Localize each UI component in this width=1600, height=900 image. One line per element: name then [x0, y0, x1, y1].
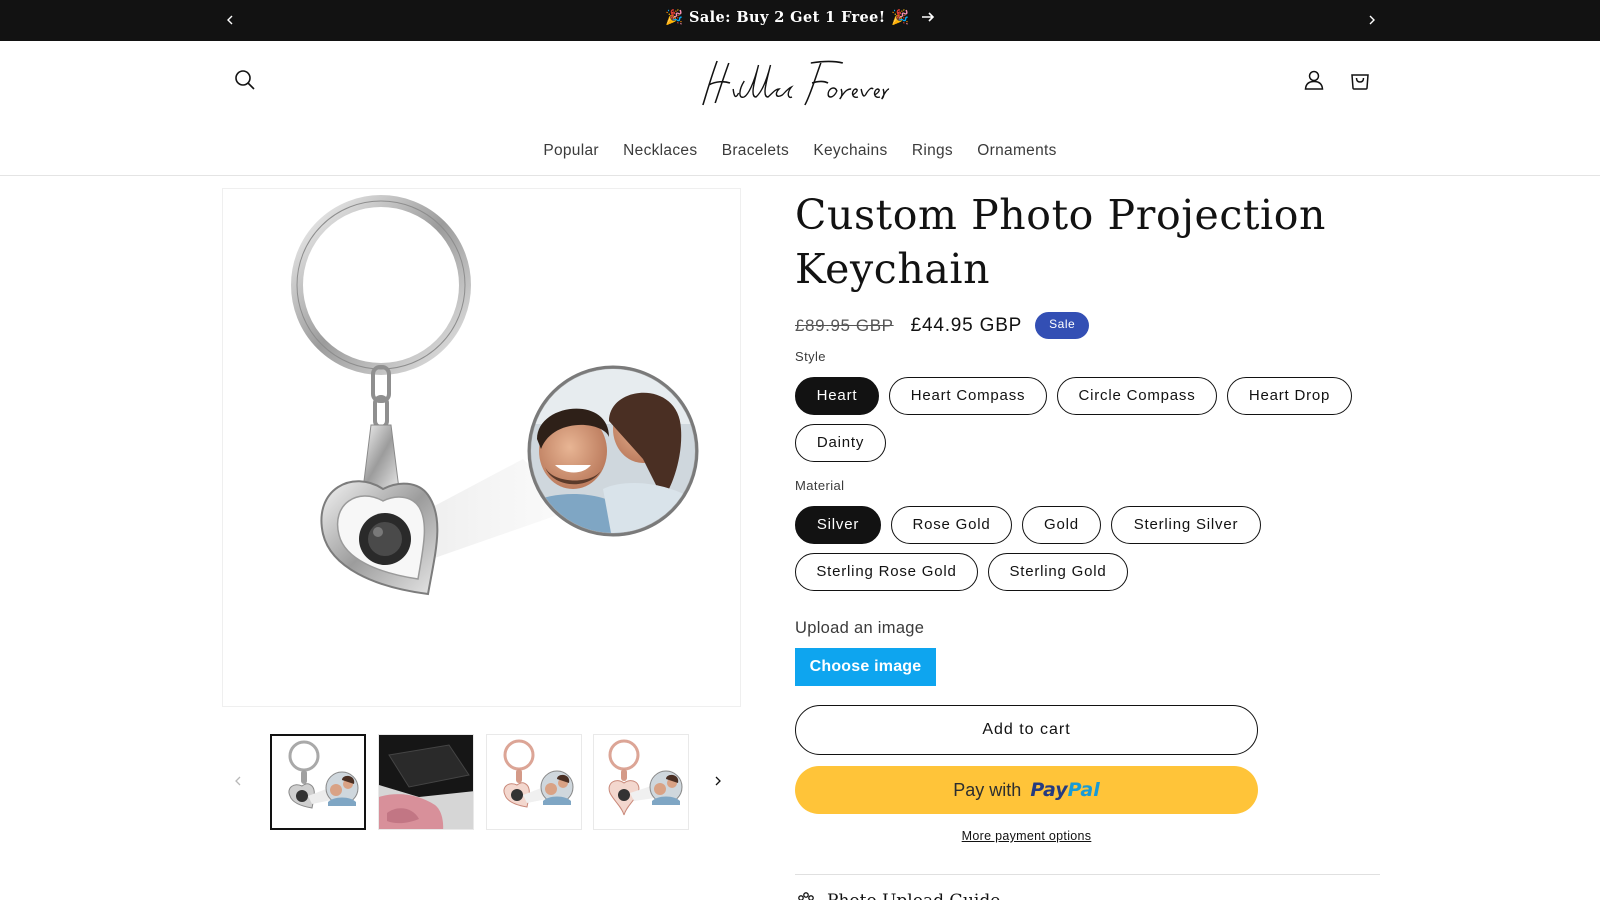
- cart-button[interactable]: [1346, 66, 1374, 94]
- material-label: Material: [795, 478, 845, 493]
- announcement-text: 🎉 Sale: Buy 2 Get 1 Free! 🎉: [665, 9, 910, 26]
- thumbnail-next-button[interactable]: [708, 771, 728, 791]
- logo-mark: [702, 60, 890, 106]
- sale-badge: Sale: [1035, 312, 1090, 339]
- material-option-gold[interactable]: Gold: [1022, 506, 1101, 544]
- nav-keychains[interactable]: Keychains: [813, 142, 887, 160]
- choose-image-button[interactable]: Choose image: [795, 648, 936, 686]
- search-button[interactable]: [231, 66, 259, 94]
- nav-ornaments[interactable]: Ornaments: [977, 142, 1056, 160]
- chevron-right-icon: [715, 776, 721, 786]
- keychain-photo: [291, 195, 699, 596]
- thumbnail-prev-button[interactable]: [228, 771, 248, 791]
- sale-price: £44.95 GBP: [910, 314, 1023, 336]
- chevron-right-icon: [1369, 15, 1375, 25]
- regular-price: £89.95 GBP: [795, 315, 894, 335]
- divider: [795, 874, 1380, 875]
- style-option-heart-compass[interactable]: Heart Compass: [889, 377, 1047, 415]
- cart-icon: [1351, 74, 1369, 90]
- upload-label: Upload an image: [795, 619, 925, 637]
- add-to-cart-button[interactable]: Add to cart: [795, 705, 1258, 755]
- material-option-sterling-gold[interactable]: Sterling Gold: [988, 553, 1128, 591]
- site-header: Popular Necklaces Bracelets Keychains Ri…: [0, 41, 1600, 176]
- style-option-heart[interactable]: Heart: [795, 377, 879, 415]
- chevron-left-icon: [235, 776, 241, 786]
- nav-necklaces[interactable]: Necklaces: [623, 142, 697, 160]
- paypal-logo-part-2: Pal: [1067, 779, 1100, 801]
- paypal-logo: PayPal: [1030, 779, 1099, 801]
- style-label: Style: [795, 349, 826, 364]
- arrow-right-icon: [921, 10, 935, 27]
- thumbnail-3[interactable]: [486, 734, 582, 830]
- material-option-sterling-rose-gold[interactable]: Sterling Rose Gold: [795, 553, 978, 591]
- product-info: Custom Photo Projection Keychain £89.95 …: [795, 188, 1380, 900]
- thumbnail-image: [608, 739, 683, 816]
- product-title: Custom Photo Projection Keychain: [795, 191, 1327, 293]
- account-button[interactable]: [1300, 66, 1328, 94]
- announcement-message[interactable]: 🎉 Sale: Buy 2 Get 1 Free! 🎉: [0, 9, 1600, 27]
- material-option-sterling-silver[interactable]: Sterling Silver: [1111, 506, 1261, 544]
- announcement-bar: 🎉 Sale: Buy 2 Get 1 Free! 🎉: [0, 0, 1600, 41]
- paypal-button[interactable]: Pay with PayPal: [795, 766, 1258, 814]
- thumbnail-image: [503, 739, 574, 808]
- paypal-logo-part-1: Pay: [1030, 779, 1068, 801]
- photo-upload-guide-label: Photo Upload Guide: [827, 891, 1000, 900]
- thumbnail-4[interactable]: [593, 734, 689, 830]
- thumbnail-image: [288, 740, 359, 809]
- site-logo[interactable]: [696, 53, 894, 113]
- photo-upload-guide-toggle[interactable]: Photo Upload Guide: [795, 890, 1000, 900]
- thumbnail-1[interactable]: [270, 734, 366, 830]
- product-main-image[interactable]: [222, 188, 741, 707]
- thumbnail-image: [379, 735, 473, 829]
- thumbnail-slider: [222, 733, 741, 833]
- style-option-heart-drop[interactable]: Heart Drop: [1227, 377, 1352, 415]
- paypal-prefix: Pay with: [953, 780, 1022, 800]
- main-navigation: Popular Necklaces Bracelets Keychains Ri…: [0, 142, 1600, 160]
- thumbnail-2[interactable]: [378, 734, 474, 830]
- nav-bracelets[interactable]: Bracelets: [722, 142, 789, 160]
- material-option-silver[interactable]: Silver: [795, 506, 881, 544]
- style-option-circle-compass[interactable]: Circle Compass: [1057, 377, 1217, 415]
- search-icon: [235, 70, 255, 90]
- nav-rings[interactable]: Rings: [912, 142, 953, 160]
- price-row: £89.95 GBP £44.95 GBP Sale: [795, 312, 1090, 339]
- material-option-rose-gold[interactable]: Rose Gold: [891, 506, 1012, 544]
- style-option-dainty[interactable]: Dainty: [795, 424, 886, 462]
- account-icon: [1304, 70, 1324, 90]
- paw-icon: [798, 892, 814, 900]
- nav-popular[interactable]: Popular: [543, 142, 599, 160]
- announcement-next-button[interactable]: [1362, 10, 1382, 30]
- more-payment-options-link[interactable]: More payment options: [795, 829, 1258, 843]
